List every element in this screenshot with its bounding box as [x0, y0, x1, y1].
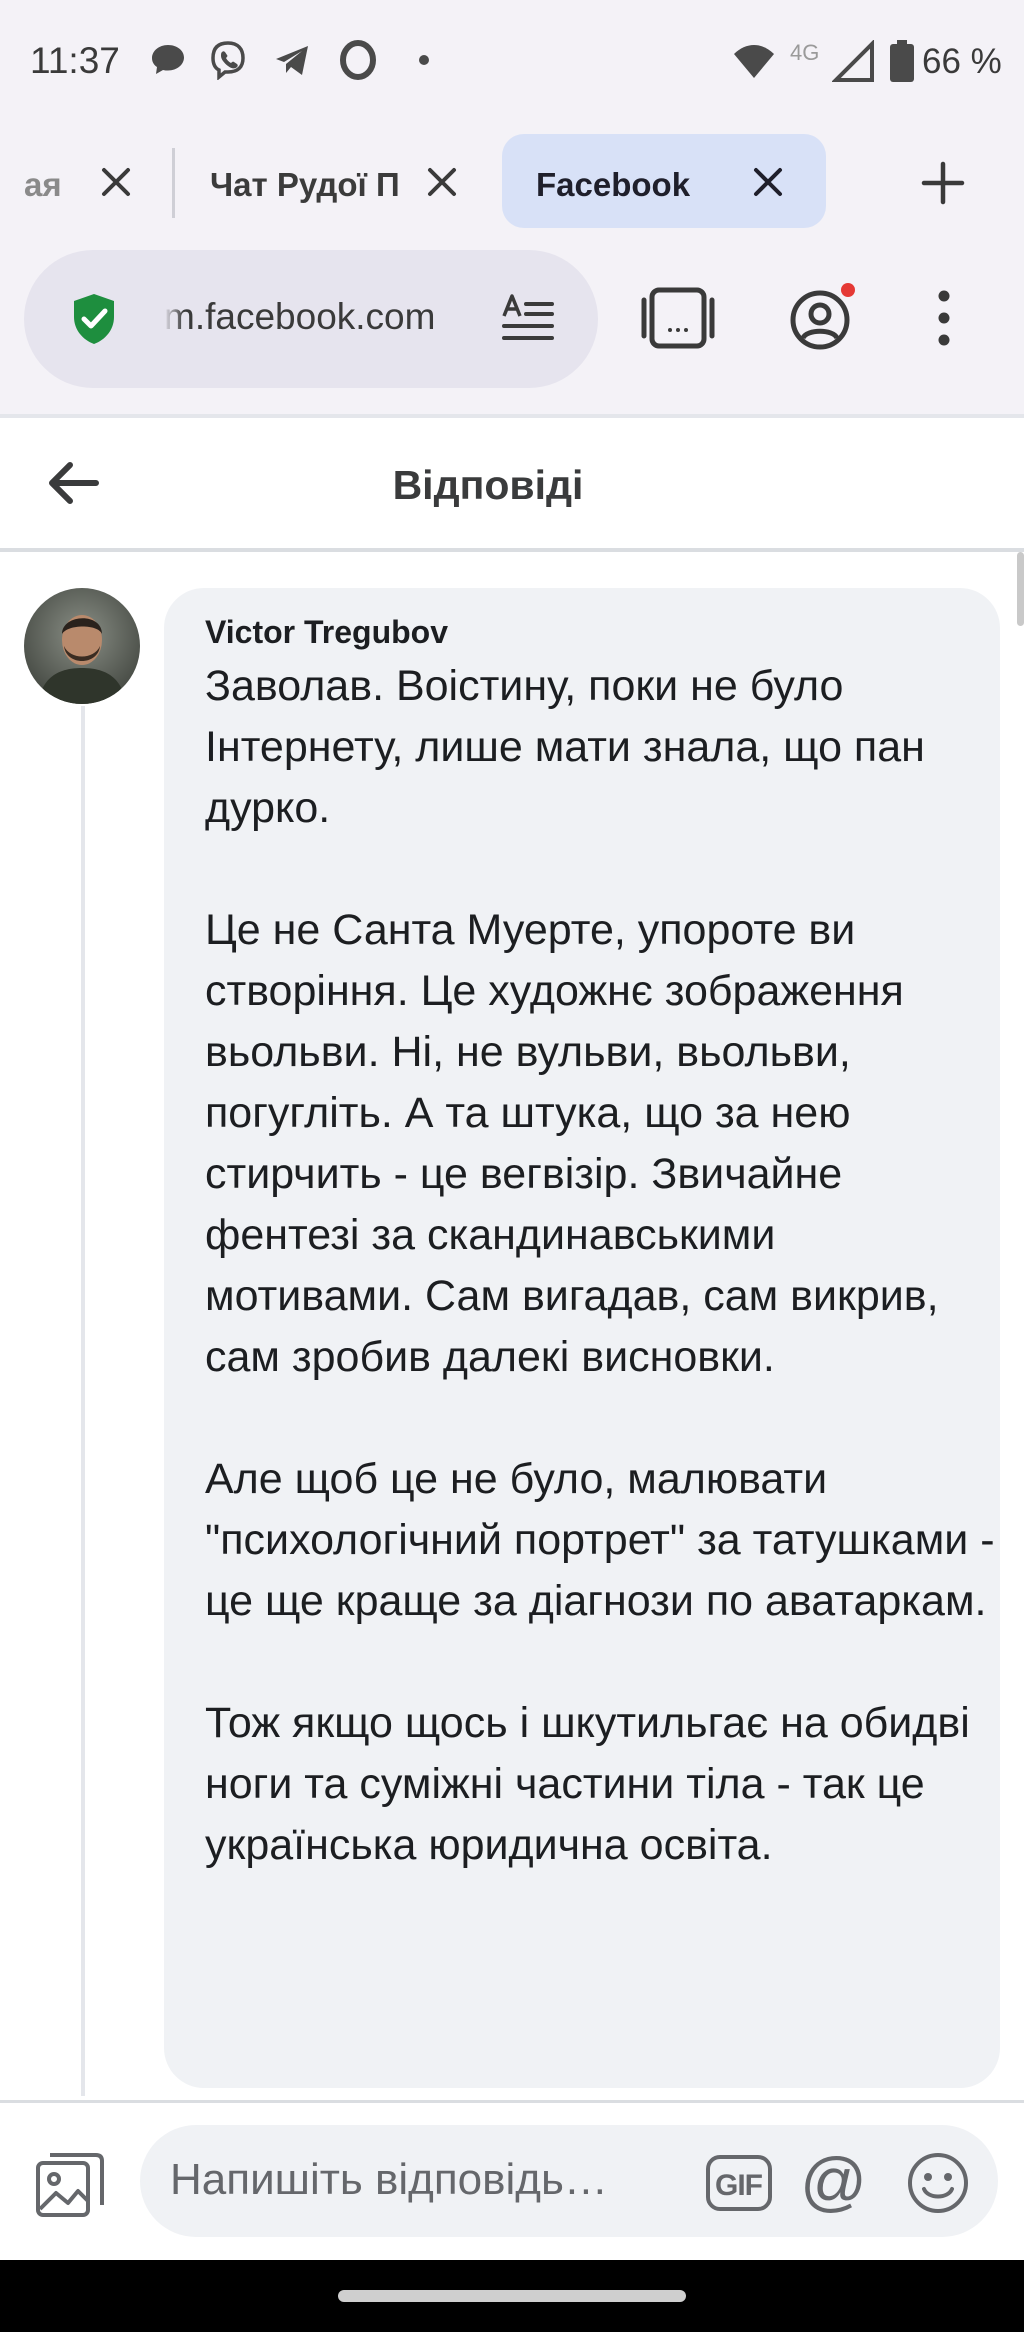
tab-switcher-icon[interactable]	[640, 286, 716, 350]
comment-text: Заволав. Воістину, поки не було Інтернет…	[205, 662, 995, 1869]
more-vert-icon[interactable]	[924, 288, 964, 348]
battery-icon	[890, 40, 914, 82]
page-title: Відповіді	[392, 462, 584, 508]
reply-placeholder: Напишіть відповідь…	[170, 2155, 608, 2204]
address-bar-row: m.facebook.com	[0, 246, 1024, 414]
reply-composer: Напишіть відповідь… GIF @	[0, 2100, 1024, 2260]
status-bar: 11:37 4G 66 %	[0, 0, 1024, 128]
gif-label: GIF	[715, 2169, 763, 2202]
mention-button[interactable]: @	[800, 2145, 867, 2217]
tab-strip: ая Чат Рудої Па Facebook	[0, 128, 1024, 246]
tab-2-label: Чат Рудої Па	[210, 166, 398, 203]
tab-3-label: Facebook	[536, 166, 691, 203]
omnibox[interactable]: m.facebook.com	[24, 250, 598, 388]
plus-icon[interactable]	[918, 158, 968, 208]
opera-icon	[340, 40, 376, 80]
reader-mode-icon[interactable]	[502, 294, 554, 344]
telegram-icon	[276, 46, 308, 75]
gif-button[interactable]: GIF	[706, 2155, 772, 2211]
tab-1[interactable]: ая	[0, 134, 160, 228]
scrollbar[interactable]	[1017, 552, 1024, 626]
network-type: 4G	[790, 40, 820, 65]
emoji-icon[interactable]	[906, 2151, 970, 2215]
chat-bubble-icon	[152, 45, 184, 74]
signal-icon	[832, 40, 874, 82]
close-icon[interactable]	[96, 162, 136, 202]
thread-line	[81, 706, 85, 2096]
url-fade	[164, 290, 184, 346]
viber-icon	[211, 41, 245, 80]
close-icon[interactable]	[748, 162, 788, 202]
wifi-icon	[734, 45, 774, 78]
tab-2[interactable]: Чат Рудої Па	[180, 134, 480, 228]
tab-divider	[172, 148, 175, 218]
tab-facebook[interactable]: Facebook	[502, 134, 826, 228]
page-header: Відповіді	[0, 414, 1024, 552]
comment-author[interactable]: Victor Tregubov	[205, 614, 448, 651]
home-gesture-pill[interactable]	[338, 2290, 686, 2302]
close-icon[interactable]	[422, 162, 462, 202]
battery-level: 66 %	[922, 42, 1002, 81]
url-text[interactable]: m.facebook.com	[164, 296, 494, 338]
account-icon[interactable]	[786, 282, 858, 354]
photo-icon[interactable]	[34, 2149, 106, 2221]
shield-check-icon	[74, 294, 114, 344]
tab-1-label: ая	[24, 166, 62, 203]
status-time: 11:37	[30, 40, 120, 81]
avatar[interactable]	[24, 588, 140, 704]
dot-icon	[419, 55, 429, 65]
reply-input[interactable]: Напишіть відповідь… GIF @	[140, 2125, 998, 2237]
